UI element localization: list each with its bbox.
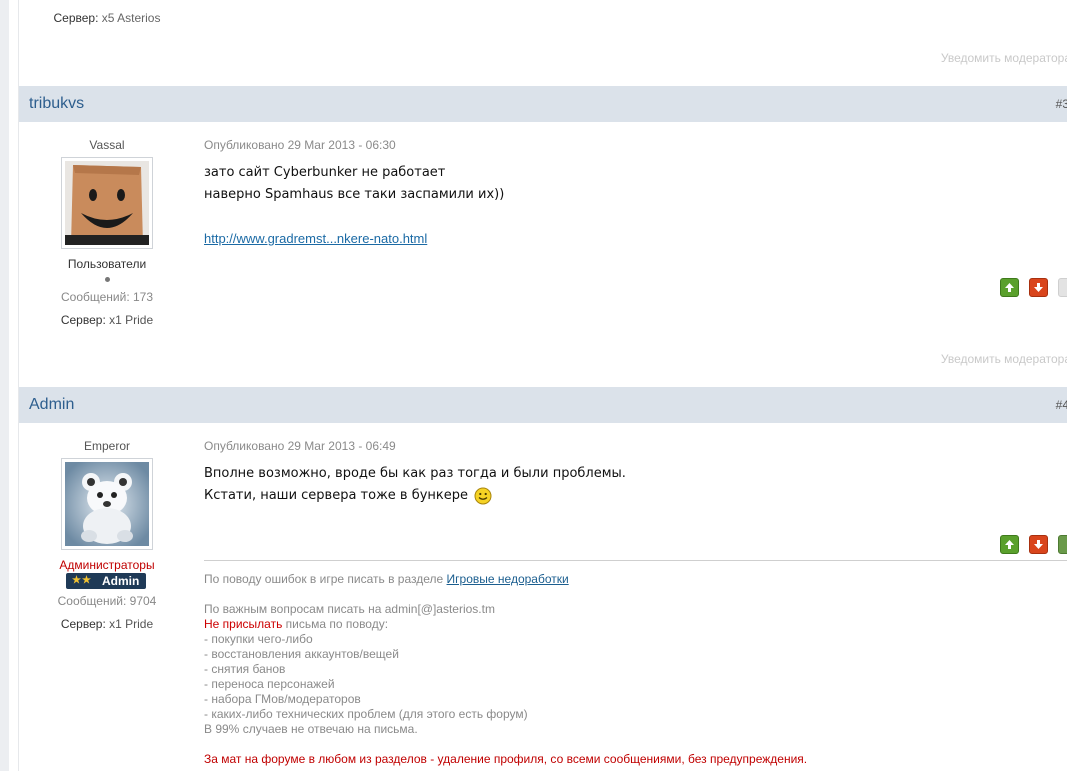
user-server: Сервер: x1 Pride [17,617,197,631]
post-text-line: Кстати, наши сервера тоже в бункере [204,488,469,503]
badge-label: Admin [102,574,140,588]
post-header: Admin #4 [19,387,1067,423]
signature-final-warning: За мат на форуме в любом из разделов - у… [204,752,808,766]
prev-post-server: Сервер: x5 Asterios [17,11,197,25]
server-value: x1 Pride [109,313,154,327]
smiley-icon [474,487,492,504]
post-number[interactable]: #3 [1056,97,1067,111]
signature-divider [204,560,1067,561]
signature-list-item: - снятия банов [204,662,286,676]
post-author[interactable]: tribukvs [29,95,84,113]
signature-list-item: - каких-либо технических проблем (для эт… [204,707,528,721]
signature-text: По поводу ошибок в игре писать в разделе [204,572,447,586]
post-count: Сообщений: 173 [60,290,154,304]
forum-page: Сервер: x5 Asterios Уведомить модератора… [0,0,1067,771]
signature-list-item: - набора ГМов/модераторов [204,692,361,706]
post-count: Сообщений: 9704 [57,594,157,608]
rep-up-button[interactable] [1000,535,1019,554]
admin-badge: ★★ Admin [66,573,146,589]
post-body: Вполне возможно, вроде бы как раз тогда … [204,463,626,507]
arrow-up-icon [1005,540,1014,549]
user-rank: Vassal [89,138,125,152]
arrow-down-icon [1034,540,1043,549]
signature-text: письма по поводу: [282,617,389,631]
left-rail [0,0,9,771]
avatar[interactable] [61,157,153,249]
post-text-line: наверно Spamhaus все таки заспамили их)) [204,187,505,202]
avatar[interactable] [61,458,153,550]
report-moderator-link[interactable]: Уведомить модератора [941,51,1067,65]
signature-dont-send-line: Не присылать письма по поводу: [204,617,807,632]
rep-down-button[interactable] [1029,278,1048,297]
paper-bag-face-icon [65,161,149,245]
signature-errors-line: По поводу ошибок в игре писать в разделе… [204,572,807,587]
server-label: Сервер: [60,313,106,327]
post-author[interactable]: Admin [29,396,74,414]
arrow-down-icon [1034,283,1043,292]
user-group: Администраторы [59,558,155,572]
server-value: x5 Asterios [101,11,161,25]
signature-text: В 99% случаев не отвечаю на письма. [204,722,418,736]
post-link[interactable]: http://www.gradremst...nkere-nato.html [204,231,427,246]
rep-down-button[interactable] [1029,535,1048,554]
star-icon: ★★ [72,575,92,586]
user-rank: Emperor [83,439,130,453]
post-number[interactable]: #4 [1056,398,1067,412]
report-moderator-link[interactable]: Уведомить модератора [941,352,1067,366]
signature-list-item: - восстановления аккаунтов/вещей [204,647,399,661]
user-group: Пользователи [67,257,147,271]
user-server: Сервер: x1 Pride [17,313,197,327]
post-date: Опубликовано 29 Mar 2013 - 06:30 [204,138,396,152]
teddy-bear-icon [65,462,149,546]
post-text-line: зато сайт Cyberbunker не работает [204,165,446,180]
signature: По поводу ошибок в игре писать в разделе… [204,572,807,767]
post-body: зато сайт Cyberbunker не работает наверн… [204,162,504,251]
post-text-line: Вполне возможно, вроде бы как раз тогда … [204,466,626,481]
status-dot-icon [105,277,110,282]
signature-warning: Не присылать [204,617,283,631]
signature-list-item: - покупки чего-либо [204,632,313,646]
rep-count [1058,535,1067,554]
server-label: Сервер: [60,617,106,631]
server-value: x1 Pride [109,617,154,631]
rep-count [1058,278,1067,297]
post-header: tribukvs #3 [19,86,1067,122]
post-date: Опубликовано 29 Mar 2013 - 06:49 [204,439,396,453]
signature-list-item: - переноса персонажей [204,677,335,691]
arrow-up-icon [1005,283,1014,292]
server-label: Сервер: [53,11,99,25]
signature-text: По важным вопросам писать на admin[@]ast… [204,602,495,616]
game-bugs-link[interactable]: Игровые недоработки [447,572,569,586]
rep-up-button[interactable] [1000,278,1019,297]
